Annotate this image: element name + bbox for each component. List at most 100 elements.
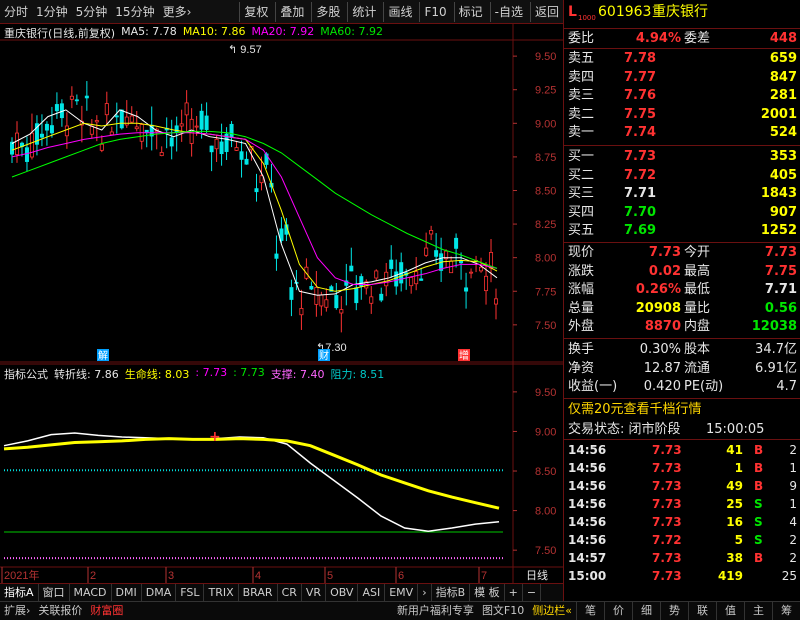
indicator-tab-12[interactable]: EMV [385,584,419,601]
candle-body [214,138,219,150]
indicator-tab-2[interactable]: MACD [70,584,112,601]
tick-count: 1 [789,497,797,511]
candle-body [39,133,44,138]
bid-row[interactable]: 买一 7.73 353 [564,148,800,166]
indicator-tab-6[interactable]: TRIX [204,584,239,601]
bid-row[interactable]: 买二 7.72 405 [564,167,800,185]
indicator-tab-15[interactable]: 模 板 [470,584,505,601]
bid-price: 7.70 [624,204,657,220]
candle-body [209,145,214,153]
candle-body [419,278,424,281]
promo-text[interactable]: 仅需20元查看千档行情 [568,401,702,419]
bottom-left-0[interactable]: 扩展› [0,602,34,620]
tick-price: 7.73 [652,515,682,529]
event-marker-2[interactable]: 增 [459,349,469,362]
candle-body [109,131,114,136]
tick-row: 14:56 7.73 25 S 1 [564,495,800,513]
indicator-tab-11[interactable]: ASI [358,584,386,601]
price-tick-label: 8.00 [535,253,556,265]
event-marker-1[interactable]: 财 [319,349,329,362]
ask-volume: 524 [769,125,797,140]
tick-volume: 419 [717,569,743,583]
candle-body [204,115,209,130]
stat-value-a: 8870 [644,319,681,334]
bid-row[interactable]: 买四 7.70 907 [564,204,800,222]
indicator-tab-4[interactable]: DMA [142,584,177,601]
ask-row[interactable]: 卖二 7.75 2001 [564,106,800,124]
indicator-tab-0[interactable]: 指标A [0,584,39,601]
candle-body [394,271,399,287]
bottom-left-2[interactable]: 财富圈 [86,602,127,620]
bid-label: 买四 [568,204,595,220]
tick-row: 14:56 7.73 16 S 4 [564,513,800,531]
bottom-mid-2[interactable]: 侧边栏« [528,602,576,620]
candle-body [44,123,49,131]
stat-row: 涨幅 0.26% 最低 7.71 [564,281,800,299]
bottom-mid-0[interactable]: 新用户福利专享 [393,602,478,620]
bottom-right-tab-7[interactable]: 筹 [772,602,800,620]
promo-banner[interactable]: 仅需20元查看千档行情 [564,401,800,419]
bottom-right-tab-6[interactable]: 主 [744,602,772,620]
period-label[interactable]: 日线 [526,568,548,582]
candle-body [49,125,54,134]
candle-body [244,158,249,165]
indicator-tab-14[interactable]: 指标B [432,584,471,601]
candle-body [184,102,189,116]
indicator-tab-9[interactable]: VR [302,584,327,601]
divider [564,338,800,339]
indicator-tab-1[interactable]: 窗口 [39,584,70,601]
tick-price: 7.72 [652,533,682,547]
divider [564,242,800,243]
indicator-tab-5[interactable]: FSL [176,584,205,601]
bottom-right-tab-4[interactable]: 联 [688,602,716,620]
price-tick-label: 8.50 [535,185,556,197]
trade-status-time: 15:00:05 [706,422,765,437]
bottom-right-tab-1[interactable]: 价 [604,602,632,620]
candle-body [354,287,359,304]
ask-price: 7.78 [624,51,657,66]
indicator-tab-7[interactable]: BRAR [239,584,278,601]
tick-row: 14:56 7.73 41 B 2 [564,441,800,459]
ask-row[interactable]: 卖三 7.76 281 [564,87,800,105]
indicator-tab-8[interactable]: CR [278,584,302,601]
tick-time: 14:56 [568,461,607,475]
kline-chart[interactable]: 9.50 9.25 9.00 8.75 8.50 8.25 8.00 7.75 7.50 ↰ 9.… [0,0,563,583]
tick-direction: S [754,515,763,529]
ma-line-ma20 [11,132,498,285]
ask-row[interactable]: 卖五 7.78 659 [564,50,800,68]
price-tick-label: 7.50 [535,320,556,332]
candle-body [324,299,329,308]
bottom-right-tab-3[interactable]: 势 [660,602,688,620]
bottom-right-tab-5[interactable]: 值 [716,602,744,620]
stat-label-b: 今开 [684,245,711,260]
candle-body [379,293,384,301]
ask-row[interactable]: 卖一 7.74 524 [564,124,800,142]
time-tick-label: 5 [327,570,333,582]
bid-row[interactable]: 买五 7.69 1252 [564,222,800,240]
tick-price: 7.73 [652,569,682,583]
ind-tick-label: 8.50 [535,466,556,478]
indicator-tab-16[interactable]: + [505,584,523,601]
bottom-left-1[interactable]: 关联报价 [34,602,86,620]
ind-tick-label: 9.00 [535,426,556,438]
bottom-mid-1[interactable]: 图文F10 [478,602,528,620]
candle-body [159,152,164,157]
ask-row[interactable]: 卖四 7.77 847 [564,69,800,87]
fund-label-b: 股本 [684,342,711,357]
bottom-right-tab-2[interactable]: 细 [632,602,660,620]
event-marker-0[interactable]: 解 [98,349,108,362]
tick-volume: 25 [726,497,743,511]
indicator-tab-17[interactable]: − [523,584,542,601]
fund-label-b: PE(动) [684,379,724,394]
indicator-tab-3[interactable]: DMI [112,584,142,601]
candle-body [454,237,459,249]
candle-body [254,188,259,193]
ma-line-ma10 [11,122,498,292]
candle-body [89,125,94,135]
indicator-tab-13[interactable]: › [418,584,432,601]
indicator-tab-10[interactable]: OBV [326,584,359,601]
bottom-right-tab-0[interactable]: 笔 [576,602,604,620]
bid-row[interactable]: 买三 7.71 1843 [564,185,800,203]
stat-label-a: 总量 [568,300,595,316]
candle-body [289,287,294,300]
